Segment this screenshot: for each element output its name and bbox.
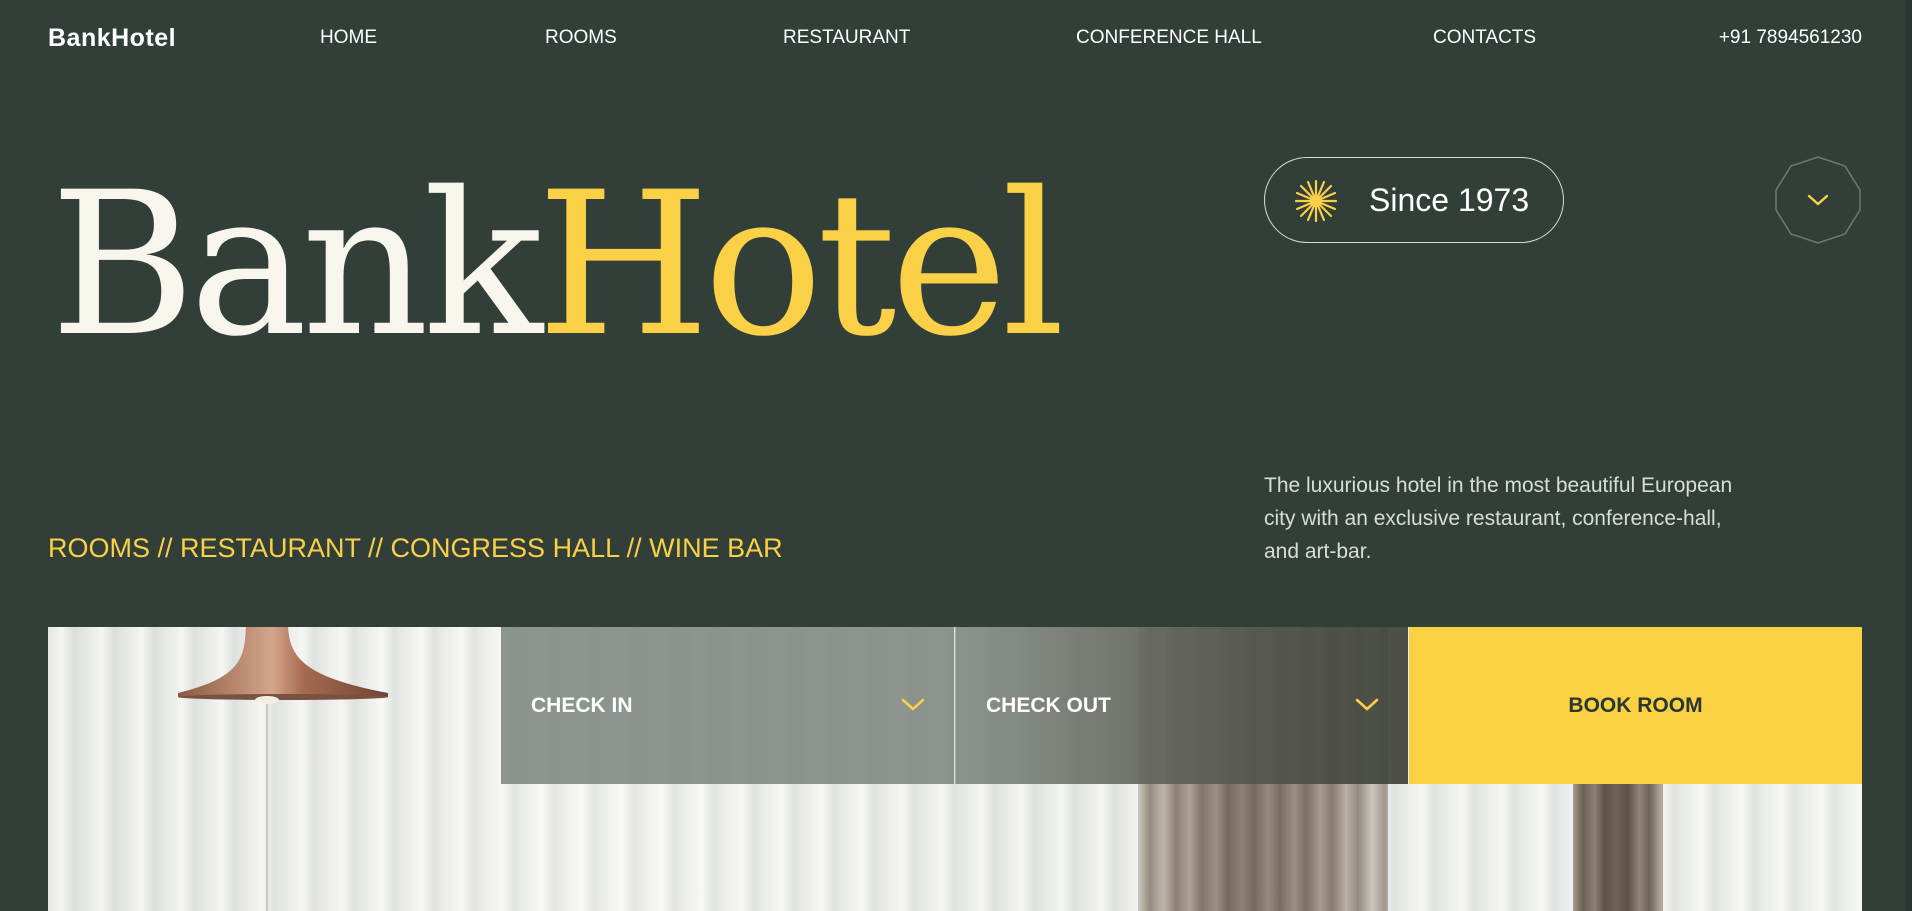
page: BankHotel HOME ROOMS RESTAURANT CONFEREN… (0, 0, 1912, 911)
scrollbar[interactable] (1906, 0, 1912, 911)
lamp-cord (266, 697, 268, 911)
book-room-button[interactable]: BOOK ROOM (1409, 627, 1862, 784)
scroll-down-button[interactable] (1774, 156, 1862, 244)
check-out-label: CHECK OUT (986, 694, 1111, 717)
site-header: BankHotel HOME ROOMS RESTAURANT CONFEREN… (48, 22, 1862, 54)
chevron-down-icon (1807, 194, 1829, 206)
check-in-label: CHECK IN (531, 694, 633, 717)
phone-number[interactable]: +91 7894561230 (1719, 22, 1862, 54)
since-badge: Since 1973 (1264, 157, 1564, 243)
nav-item-contacts[interactable]: CONTACTS (1433, 22, 1536, 54)
hero-title-hotel: Hotel (537, 149, 1065, 380)
nav-item-home[interactable]: HOME (320, 22, 377, 54)
pendant-lamp-icon (178, 627, 388, 704)
logo[interactable]: BankHotel (48, 22, 176, 54)
hero-description: The luxurious hotel in the most beautifu… (1264, 474, 1733, 563)
nav-item-rooms[interactable]: ROOMS (545, 22, 617, 54)
sparkle-star-icon (1295, 180, 1337, 222)
hero-title: BankHotel (50, 160, 1065, 370)
check-out-field[interactable]: CHECK OUT (955, 627, 1408, 784)
chevron-down-icon (1355, 698, 1379, 711)
hero-title-bank: Bank (50, 149, 543, 380)
nav-item-conference-hall[interactable]: CONFERENCE HALL (1076, 22, 1262, 54)
booking-bar: CHECK IN CHECK OUT BOOK ROOM (501, 627, 1862, 784)
hero-tagline: ROOMS // RESTAURANT // CONGRESS HALL // … (48, 533, 783, 563)
since-text: Since 1973 (1369, 182, 1530, 218)
nav-item-restaurant[interactable]: RESTAURANT (783, 22, 910, 54)
check-in-field[interactable]: CHECK IN (501, 627, 954, 784)
chevron-down-icon (901, 698, 925, 711)
